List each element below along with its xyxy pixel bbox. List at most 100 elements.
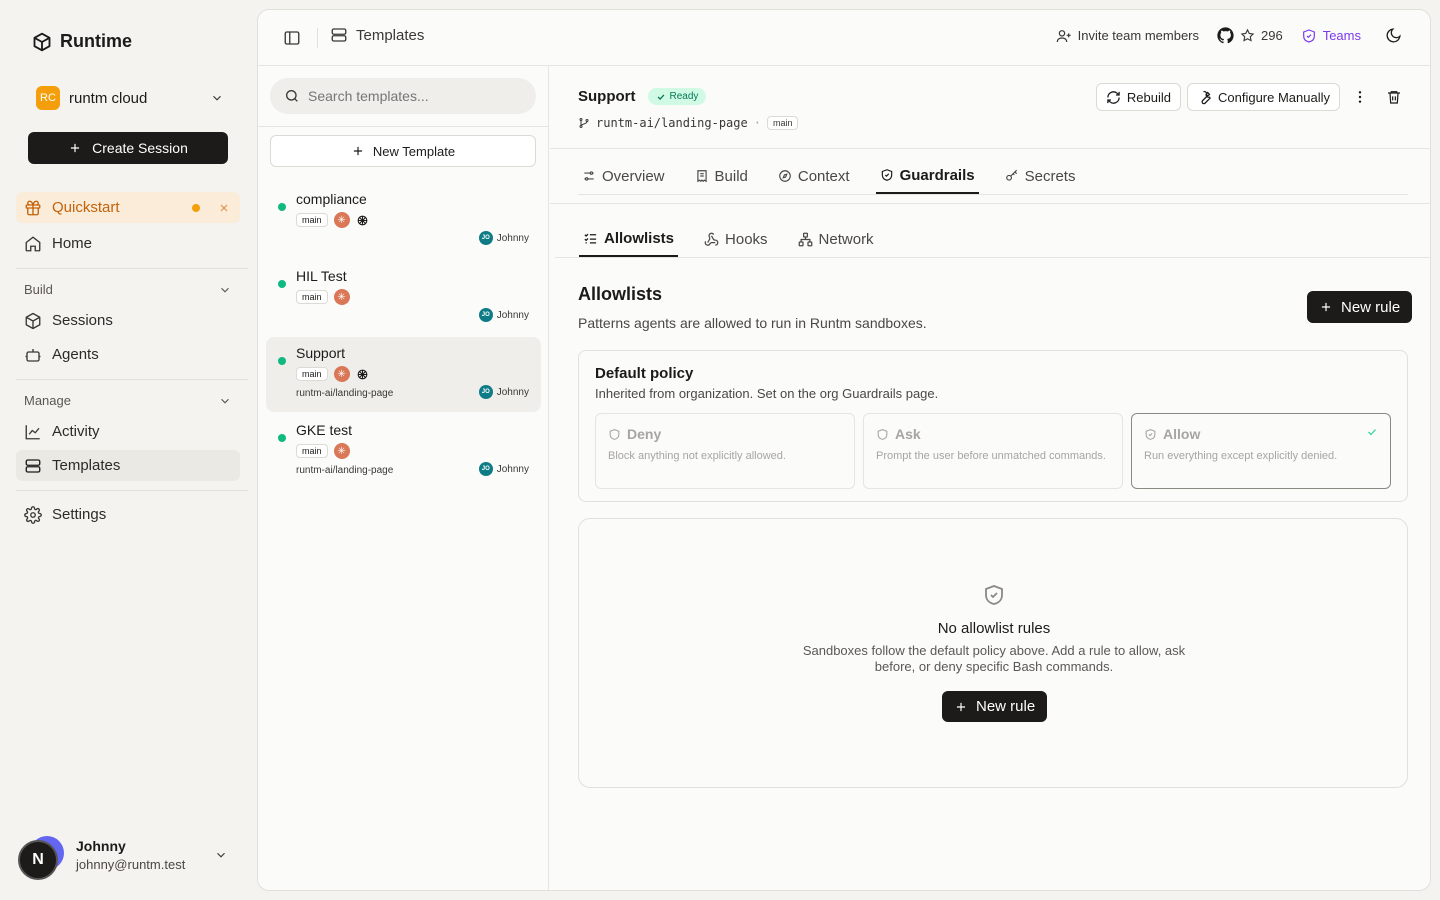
empty-title: No allowlist rules [937,620,1051,637]
chevron-down-icon [214,848,228,862]
owner-avatar: JO [478,462,493,476]
empty-new-rule-button[interactable]: New rule [942,691,1048,722]
sidebar-item-templates[interactable]: Templates [16,450,240,481]
branch-tag: main [296,444,328,458]
search-box[interactable] [270,78,536,114]
claude-icon: ✳ [333,289,350,305]
org-switcher[interactable]: RC runtm cloud [28,80,232,116]
user-name: Johnny [76,838,126,854]
rebuild-button[interactable]: Rebuild [1095,83,1181,111]
new-template-button[interactable]: New Template [270,135,536,167]
tab-build[interactable]: Build [691,158,752,194]
divider [16,490,248,491]
detail-repo: runtm-ai/landing-page · main [578,116,799,130]
shield-icon [876,428,889,441]
avatar: N [18,840,58,880]
box-icon [24,312,42,330]
list-checks-icon [583,231,598,246]
template-owner: JO Johnny [478,308,529,322]
check-icon [656,92,666,102]
plus-icon [954,700,968,714]
template-item-gke-test[interactable]: GKE test main ✳ runtm-ai/landing-page JO… [266,414,541,489]
status-label: Ready [669,91,699,102]
option-label: Ask [895,426,921,442]
sidebar-item-home[interactable]: Home [16,228,240,259]
build-section-header[interactable]: Build [24,282,232,297]
user-menu[interactable]: N Johnny johnny@runtm.test [18,834,238,884]
teams-label: Teams [1322,28,1361,43]
topbar: Templates Invite team members 296 Teams [258,10,1430,66]
tab-overview[interactable]: Overview [578,158,669,194]
sidebar-item-activity[interactable]: Activity [16,416,240,447]
template-item-compliance[interactable]: compliance main ✳ JO Johnny [266,183,541,258]
policy-option-allow: Allow Run everything except explicitly d… [1131,413,1391,489]
subtab-allowlists[interactable]: Allowlists [579,221,679,257]
check-icon [1366,426,1378,438]
template-detail: Support Ready runtm-ai/landing-page · ma… [550,66,1430,890]
template-name: compliance [296,191,367,207]
search-input[interactable] [308,88,508,104]
rebuild-label: Rebuild [1126,89,1171,105]
template-item-hil-test[interactable]: HIL Test main ✳ JO Johnny [266,260,541,335]
github-stars-link[interactable]: 296 [1217,27,1283,44]
tab-guardrails[interactable]: Guardrails [875,158,979,194]
sidebar: Runtime RC runtm cloud Create Session Qu… [0,0,256,900]
new-rule-button[interactable]: New rule [1307,291,1413,323]
breadcrumb: Templates [330,26,424,44]
chevron-down-icon [210,91,224,105]
plus-icon [68,141,82,155]
subtab-label: Network [818,230,874,248]
sidebar-item-label: Activity [52,423,100,440]
option-description: Prompt the user before unmatched command… [876,450,1106,462]
option-description: Run everything except explicitly denied. [1144,450,1338,462]
configure-manually-button[interactable]: Configure Manually [1186,83,1340,111]
sidebar-item-quickstart[interactable]: Quickstart [16,192,240,223]
shield-check-icon [982,583,1006,607]
page-title: Templates [356,26,425,44]
more-options-button[interactable] [1346,83,1374,111]
new-rule-label: New rule [1341,298,1401,316]
chevron-down-icon [218,394,232,408]
brand[interactable]: Runtime [32,31,132,52]
tab-secrets[interactable]: Secrets [1001,158,1080,194]
shield-check-icon [1144,428,1157,441]
sidebar-item-agents[interactable]: Agents [16,339,240,370]
template-tags: main ✳ [296,289,350,305]
template-tags: main ✳ [296,443,350,459]
status-dot [278,434,286,442]
claude-icon: ✳ [333,212,350,228]
delete-button[interactable] [1380,83,1408,111]
detail-title: Support [578,88,636,105]
create-session-label: Create Session [92,140,188,156]
section-title: Allowlists [578,284,663,304]
repo-name[interactable]: runtm-ai/landing-page [596,116,748,130]
git-branch-icon [578,117,590,129]
claude-icon: ✳ [333,443,350,459]
subtab-hooks[interactable]: Hooks [700,221,772,257]
manage-section-header[interactable]: Manage [24,393,232,408]
trash-icon [1386,89,1402,105]
new-rule-label: New rule [976,698,1036,715]
template-item-support[interactable]: Support main ✳ runtm-ai/landing-page JO … [266,337,541,412]
create-session-button[interactable]: Create Session [28,132,228,164]
subtab-network[interactable]: Network [794,221,878,257]
owner-name: Johnny [496,463,529,475]
invite-button[interactable]: Invite team members [1056,28,1199,44]
detail-tabs: Overview Build Context Guardrails Secret… [578,158,1408,195]
moon-icon[interactable] [1385,27,1402,44]
brand-name: Runtime [60,31,132,51]
divider [16,379,248,380]
detail-actions: Rebuild Configure Manually [1095,83,1408,111]
tab-context[interactable]: Context [774,158,854,194]
teams-button[interactable]: Teams [1301,28,1361,44]
empty-description: Sandboxes follow the default policy abov… [802,643,1186,674]
sidebar-item-label: Home [52,235,93,252]
option-head: Allow [1144,426,1200,442]
sidebar-item-settings[interactable]: Settings [16,499,240,530]
star-count: 296 [1261,28,1283,43]
sidebar-toggle-icon[interactable] [283,29,301,47]
option-head: Deny [608,426,661,442]
sidebar-item-sessions[interactable]: Sessions [16,305,240,336]
chart-line-icon [24,423,42,441]
close-icon[interactable] [218,202,230,214]
